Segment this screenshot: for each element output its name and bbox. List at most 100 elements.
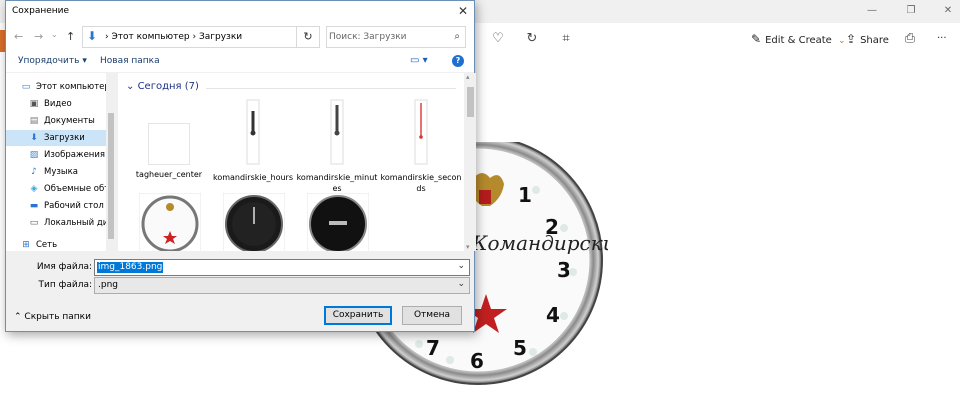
edit-create-label: Edit & Create bbox=[765, 35, 832, 46]
filetype-dropdown-icon[interactable]: ⌄ bbox=[457, 279, 465, 289]
file-thumbnail bbox=[138, 192, 202, 251]
view-options-icon[interactable]: ▭ ▾ bbox=[410, 55, 428, 66]
file-tile[interactable]: komandirskie_hours bbox=[212, 99, 294, 183]
share-label: Share bbox=[860, 35, 889, 46]
tree-item-this-pc[interactable]: ▭ Этот компьютер bbox=[20, 79, 120, 95]
file-tile[interactable]: tagheuer_center bbox=[128, 103, 210, 180]
refresh-button[interactable]: ↻ bbox=[296, 26, 320, 48]
organize-button[interactable]: Упорядочить ▾ bbox=[18, 56, 87, 66]
hide-folders-toggle[interactable]: ⌃ Скрыть папки bbox=[14, 312, 91, 322]
file-thumbnail bbox=[414, 99, 428, 165]
cancel-button[interactable]: Отмена bbox=[402, 306, 462, 325]
content-scrollbar[interactable]: ▴ ▾ bbox=[464, 73, 476, 251]
filetype-select[interactable]: .png ⌄ bbox=[94, 277, 470, 294]
edit-icon: ✎ bbox=[751, 32, 762, 46]
up-arrow-icon[interactable]: ↑ bbox=[66, 30, 75, 43]
scroll-up-icon[interactable]: ▴ bbox=[466, 73, 470, 81]
forward-arrow-icon[interactable]: → bbox=[34, 30, 43, 43]
hide-folders-label: Скрыть папки bbox=[24, 312, 91, 322]
tree-item-network[interactable]: ⊞ Сеть bbox=[20, 237, 120, 253]
print-icon[interactable]: ⎙ bbox=[901, 30, 919, 48]
tree-label: Локальный дис bbox=[44, 218, 113, 228]
numeral-6: 6 bbox=[470, 349, 484, 373]
scroll-down-icon[interactable]: ▾ bbox=[466, 243, 470, 251]
chevron-down-icon: ⌄ bbox=[126, 81, 135, 92]
share-button[interactable]: ⇪ Share bbox=[846, 30, 889, 48]
recent-chevron-icon[interactable]: ⌄ bbox=[51, 30, 58, 39]
group-header-label: Сегодня (7) bbox=[137, 81, 199, 92]
documents-icon: ▤ bbox=[29, 116, 39, 126]
filename-dropdown-icon[interactable]: ⌄ bbox=[457, 261, 465, 271]
pictures-icon: ▨ bbox=[29, 150, 39, 160]
navigation-bar: ← → ⌄ ↑ ⬇ › Этот компьютер › Загрузки ⌄ … bbox=[6, 23, 474, 51]
numeral-3: 3 bbox=[557, 258, 571, 282]
edit-create-button[interactable]: ✎ Edit & Create ⌄ bbox=[751, 30, 846, 48]
numeral-4: 4 bbox=[546, 303, 560, 327]
tree-label: Документы bbox=[44, 116, 95, 126]
filename-row: Имя файла: img_1863.png ⌄ bbox=[6, 259, 474, 277]
filename-value[interactable]: img_1863.png bbox=[97, 262, 164, 273]
file-tile[interactable] bbox=[306, 192, 370, 251]
navigation-pane: ▭ Этот компьютер ▣ Видео ▤ Документы ⬇ Загру… bbox=[6, 73, 116, 251]
dropdown-triangle-icon: ▾ bbox=[82, 56, 87, 66]
filetype-label: Тип файла: bbox=[38, 280, 92, 290]
tree-label: Сеть bbox=[36, 240, 58, 250]
pane-scroll-thumb[interactable] bbox=[108, 113, 114, 239]
file-list: ⌄ Сегодня (7) tagheuer_center komandirsk… bbox=[118, 73, 464, 251]
breadcrumb-downloads[interactable]: Загрузки bbox=[199, 32, 242, 42]
file-tile[interactable]: komandirskie_minutes bbox=[296, 99, 378, 194]
tree-label: Видео bbox=[44, 99, 72, 109]
breadcrumb-sep-icon: › bbox=[105, 32, 109, 42]
address-bar[interactable]: ⬇ › Этот компьютер › Загрузки ⌄ bbox=[82, 26, 359, 48]
dialog-titlebar: Сохранение ✕ bbox=[6, 1, 474, 23]
search-input[interactable] bbox=[329, 30, 447, 44]
file-thumbnail bbox=[330, 99, 344, 165]
tree-label: Загрузки bbox=[44, 133, 85, 143]
new-folder-button[interactable]: Новая папка bbox=[100, 56, 160, 66]
breadcrumb: › Этот компьютер › Загрузки bbox=[105, 32, 242, 42]
command-bar: Упорядочить ▾ Новая папка ▭ ▾ ? bbox=[6, 51, 474, 73]
file-tile[interactable] bbox=[222, 192, 286, 251]
tree-label: Объемные объ bbox=[44, 184, 111, 194]
content-scroll-thumb[interactable] bbox=[467, 87, 474, 117]
computer-icon: ▭ bbox=[21, 82, 31, 92]
more-button[interactable]: ··· bbox=[937, 30, 947, 48]
favorite-heart-icon[interactable]: ♡ bbox=[489, 30, 507, 48]
file-thumbnail bbox=[306, 192, 370, 251]
pane-scrollbar[interactable] bbox=[106, 73, 116, 251]
back-arrow-icon[interactable]: ← bbox=[14, 30, 23, 43]
cube-icon: ◈ bbox=[30, 184, 38, 194]
filetype-row: Тип файла: .png ⌄ bbox=[6, 277, 474, 295]
chevron-up-icon: ⌃ bbox=[14, 312, 22, 322]
restore-button[interactable]: ❐ bbox=[901, 4, 921, 18]
help-icon[interactable]: ? bbox=[452, 55, 464, 67]
file-thumbnail bbox=[246, 99, 260, 165]
tree-label: Изображения bbox=[44, 150, 106, 160]
file-name: komandirskie_hours bbox=[212, 173, 294, 182]
share-icon: ⇪ bbox=[846, 32, 857, 46]
tree-item-downloads[interactable]: ⬇ Загрузки bbox=[6, 130, 106, 146]
file-tile[interactable] bbox=[138, 192, 202, 251]
breadcrumb-this-pc[interactable]: Этот компьютер bbox=[111, 32, 189, 42]
filename-input[interactable]: img_1863.png ⌄ bbox=[94, 259, 470, 276]
file-thumbnail bbox=[148, 123, 190, 165]
music-icon: ♪ bbox=[31, 167, 37, 177]
close-app-button[interactable]: ✕ bbox=[938, 4, 958, 18]
crop-icon[interactable]: ⌗ bbox=[557, 30, 575, 48]
breadcrumb-sep-icon: › bbox=[192, 32, 197, 42]
tree-label: Этот компьютер bbox=[36, 82, 110, 92]
group-header[interactable]: ⌄ Сегодня (7) bbox=[126, 81, 199, 92]
filetype-value: .png bbox=[98, 280, 118, 290]
numeral-5: 5 bbox=[513, 336, 527, 360]
search-box[interactable]: ⌕ bbox=[326, 26, 466, 48]
disk-icon: ▭ bbox=[29, 218, 39, 228]
dialog-close-icon[interactable]: ✕ bbox=[458, 4, 468, 18]
file-tile[interactable]: komandirskie_seconds bbox=[380, 99, 462, 194]
save-button[interactable]: Сохранить bbox=[324, 306, 392, 325]
numeral-7: 7 bbox=[426, 336, 440, 360]
rotate-icon[interactable]: ↻ bbox=[523, 30, 541, 48]
minimize-button[interactable]: — bbox=[862, 4, 882, 18]
numeral-2: 2 bbox=[545, 215, 559, 239]
chevron-down-icon: ⌄ bbox=[838, 36, 846, 46]
search-icon: ⌕ bbox=[454, 31, 460, 42]
